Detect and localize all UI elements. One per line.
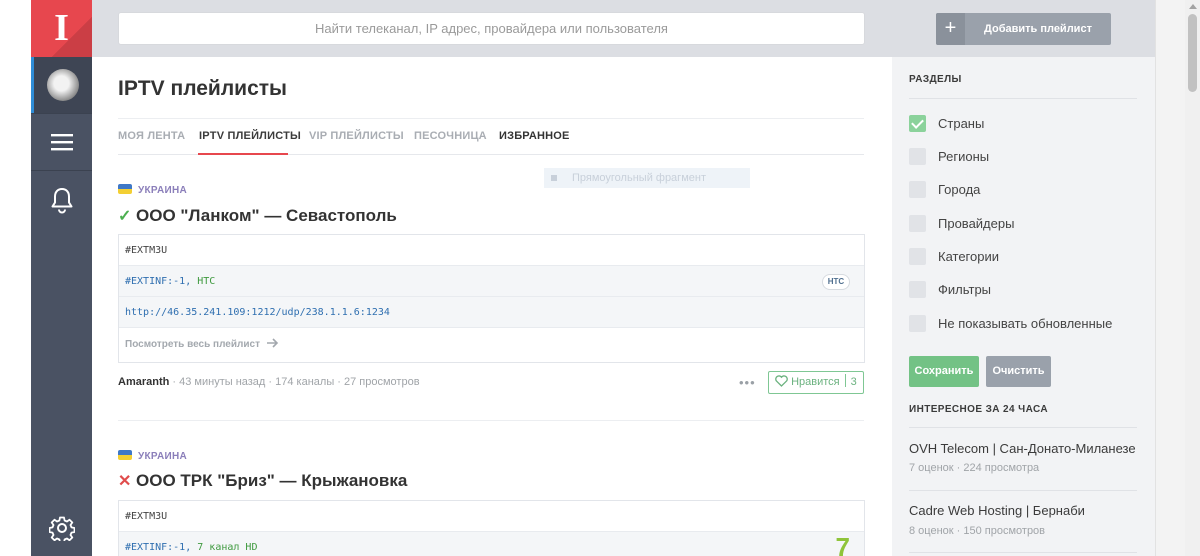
code-extinf: #EXTINF:-1, HTC HTC: [119, 266, 864, 297]
tab-favorites[interactable]: ИЗБРАННОЕ: [499, 130, 570, 142]
plus-icon: +: [936, 13, 965, 45]
code-extinf: #EXTINF:-1, 7 канал HD 7: [119, 532, 864, 556]
checkbox[interactable]: [909, 280, 926, 298]
code-header: #EXTM3U: [119, 501, 864, 532]
ukraine-flag-icon: [118, 184, 132, 194]
avatar[interactable]: [47, 69, 79, 101]
interesting-item-meta: 7 оценок · 224 просмотра: [909, 462, 1040, 474]
htc-logo-icon: HTC: [822, 274, 850, 290]
filter-filters[interactable]: Фильтры: [909, 280, 991, 298]
playlist-preview: #EXTM3U #EXTINF:-1, 7 канал HD 7: [118, 500, 865, 556]
tab-iptv-playlists[interactable]: IPTV ПЛЕЙЛИСТЫ: [199, 130, 301, 142]
heart-icon: [775, 375, 788, 387]
tab-vip-playlists[interactable]: VIP ПЛЕЙЛИСТЫ: [309, 130, 404, 142]
checkbox[interactable]: [909, 147, 926, 165]
search-input[interactable]: [118, 12, 865, 45]
post-author[interactable]: Amaranth: [118, 376, 169, 388]
page-title: IPTV плейлисты: [118, 77, 287, 100]
checkbox[interactable]: [909, 180, 926, 198]
clear-button[interactable]: Очистить: [986, 356, 1051, 387]
ukraine-flag-icon: [118, 450, 132, 460]
filter-regions[interactable]: Регионы: [909, 147, 989, 165]
like-count: 3: [850, 376, 857, 388]
hamburger-icon: [50, 134, 73, 151]
checkbox[interactable]: [909, 247, 926, 265]
interesting-item-title[interactable]: Cadre Web Hosting | Бернаби: [909, 503, 1085, 518]
checkbox[interactable]: [909, 314, 926, 332]
left-margin: [0, 0, 31, 556]
interesting-item-meta: 8 оценок · 150 просмотров: [909, 525, 1046, 537]
post-country[interactable]: УКРАИНА: [118, 450, 187, 462]
arrow-right-icon: [266, 338, 278, 348]
playlist-preview: #EXTM3U #EXTINF:-1, HTC HTC http://46.35.…: [118, 234, 865, 363]
ghost-snip-label: Прямоугольный фрагмент: [544, 168, 750, 188]
menu-button[interactable]: [31, 114, 92, 170]
post-title[interactable]: ✓ ООО "Ланком" — Севастополь: [118, 206, 397, 226]
post-divider: [118, 420, 864, 421]
filter-hide-updated[interactable]: Не показывать обновленные: [909, 314, 1112, 332]
filter-providers[interactable]: Провайдеры: [909, 214, 1014, 232]
filter-categories[interactable]: Категории: [909, 247, 999, 265]
tab-my-feed[interactable]: МОЯ ЛЕНТА: [118, 130, 185, 142]
bell-icon: [51, 188, 72, 214]
gear-icon: [48, 516, 75, 541]
nav-profile[interactable]: [31, 57, 92, 113]
checkbox[interactable]: [909, 114, 926, 132]
add-playlist-button[interactable]: + Добавить плейлист: [936, 13, 1111, 45]
scroll-up-arrow-icon[interactable]: [1189, 4, 1197, 9]
like-button[interactable]: Нравится 3: [768, 371, 864, 394]
tab-bar: МОЯ ЛЕНТА IPTV ПЛЕЙЛИСТЫ VIP ПЛЕЙЛИСТЫ П…: [118, 118, 864, 155]
post-meta: Amaranth · 43 минуты назад · 174 каналы …: [118, 376, 420, 388]
save-button[interactable]: Сохранить: [909, 356, 979, 387]
active-tab-indicator: [198, 153, 288, 155]
notifications-button[interactable]: [31, 172, 92, 228]
checkbox[interactable]: [909, 214, 926, 232]
filter-countries[interactable]: Страны: [909, 114, 984, 132]
check-icon: ✓: [118, 208, 132, 225]
code-header: #EXTM3U: [119, 235, 864, 266]
channel-7-logo-icon: 7: [835, 532, 850, 556]
cross-icon: ✕: [118, 473, 132, 490]
filter-cities[interactable]: Города: [909, 180, 980, 198]
view-full-playlist-link[interactable]: Посмотреть весь плейлист: [119, 328, 864, 362]
code-url[interactable]: http://46.35.241.109:1212/udp/238.1.1.6:…: [119, 297, 864, 328]
site-logo[interactable]: I: [31, 0, 92, 57]
tab-sandbox[interactable]: ПЕСОЧНИЦА: [414, 130, 487, 142]
post-country[interactable]: УКРАИНА: [118, 184, 187, 196]
post-title[interactable]: ✕ ООО ТРК "Бриз" — Крыжановка: [118, 471, 407, 491]
scrollbar-thumb[interactable]: [1188, 14, 1197, 92]
settings-button[interactable]: [31, 500, 92, 556]
interesting-title: ИНТЕРЕСНОЕ ЗА 24 ЧАСА: [909, 404, 1048, 415]
interesting-item-title[interactable]: OVH Telecom | Сан-Донато-Миланезе: [909, 441, 1136, 456]
more-options-icon[interactable]: •••: [739, 375, 756, 390]
sections-title: РАЗДЕЛЫ: [909, 74, 962, 85]
